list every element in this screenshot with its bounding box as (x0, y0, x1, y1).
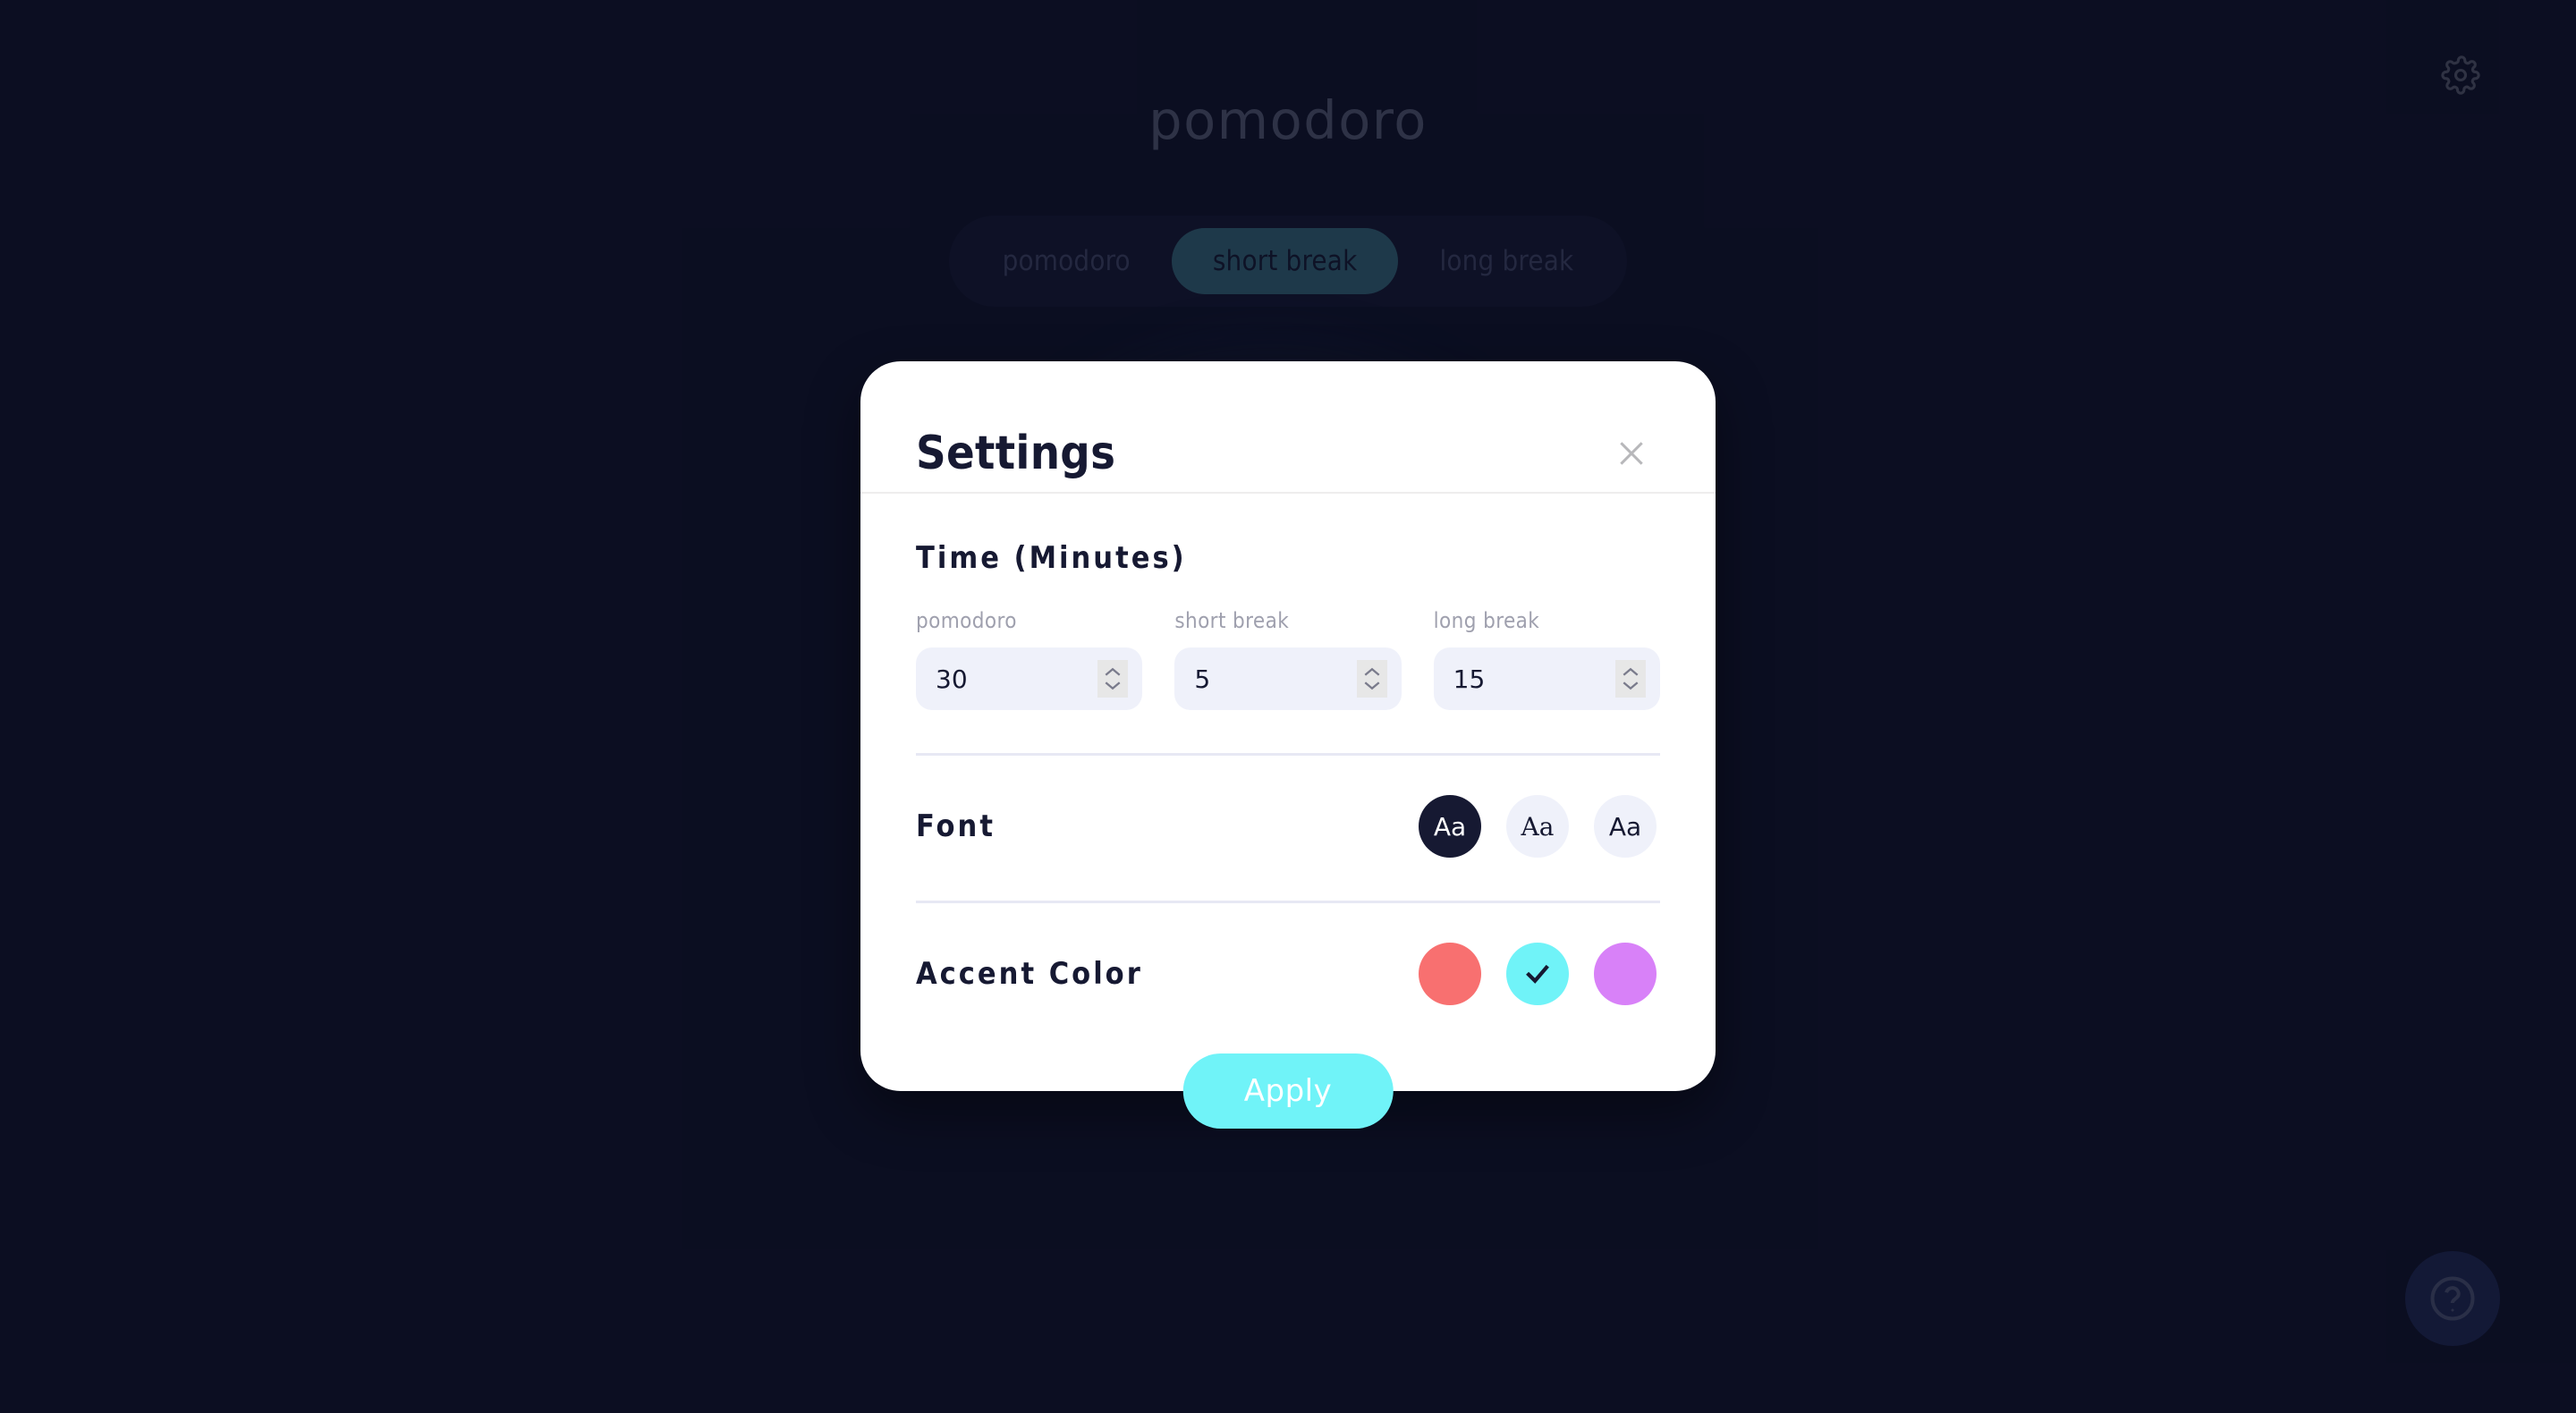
accent-option-cyan[interactable] (1506, 943, 1569, 1005)
modal-body: Time (Minutes) pomodoro short break (860, 494, 1716, 1005)
font-option-serif[interactable]: Aa (1506, 795, 1569, 858)
field-label-pomodoro: pomodoro (916, 608, 1017, 633)
field-pomodoro: pomodoro (916, 608, 1143, 710)
chevron-up-icon (1105, 667, 1121, 676)
pomodoro-minutes-input[interactable] (936, 664, 1123, 694)
short-break-minutes-input[interactable] (1194, 664, 1382, 694)
time-section-heading: Time (Minutes) (916, 540, 1187, 576)
modal-title: Settings (916, 427, 1116, 480)
long-break-minutes-input[interactable] (1453, 664, 1640, 694)
modal-header: Settings (860, 361, 1716, 492)
modal-footer: Apply (860, 1005, 1716, 1129)
font-option-sans[interactable]: Aa (1419, 795, 1481, 858)
accent-option-red[interactable] (1419, 943, 1481, 1005)
font-options: Aa Aa Aa (1419, 795, 1657, 858)
short-break-stepper[interactable] (1356, 660, 1387, 698)
font-section: Font Aa Aa Aa (916, 756, 1660, 858)
input-wrap-pomodoro[interactable] (916, 647, 1143, 710)
pomodoro-stepper[interactable] (1097, 660, 1129, 698)
close-button[interactable] (1606, 428, 1657, 478)
chevron-down-icon (1623, 681, 1639, 690)
header-divider (860, 492, 1716, 494)
long-break-stepper[interactable] (1614, 660, 1646, 698)
check-icon (1526, 964, 1549, 984)
font-option-mono[interactable]: Aa (1594, 795, 1657, 858)
time-fields: pomodoro short break (916, 608, 1660, 710)
field-label-short-break: short break (1174, 608, 1290, 633)
input-wrap-short-break[interactable] (1174, 647, 1402, 710)
input-wrap-long-break[interactable] (1433, 647, 1660, 710)
chevron-up-icon (1364, 667, 1380, 676)
accent-color-section: Accent Color (916, 903, 1660, 1005)
apply-button[interactable]: Apply (1182, 1053, 1394, 1129)
close-icon (1620, 442, 1643, 465)
field-label-long-break: long break (1433, 608, 1540, 633)
chevron-down-icon (1364, 681, 1380, 690)
chevron-up-icon (1623, 667, 1639, 676)
accent-option-purple[interactable] (1594, 943, 1657, 1005)
font-section-heading: Font (916, 808, 996, 844)
field-short-break: short break (1174, 608, 1402, 710)
chevron-down-icon (1105, 681, 1121, 690)
accent-options (1419, 943, 1657, 1005)
field-long-break: long break (1433, 608, 1660, 710)
accent-section-heading: Accent Color (916, 956, 1143, 992)
time-section: Time (Minutes) pomodoro short break (916, 494, 1660, 710)
settings-modal: Settings Time (Minutes) pomodoro 30 shor… (860, 361, 1716, 1129)
